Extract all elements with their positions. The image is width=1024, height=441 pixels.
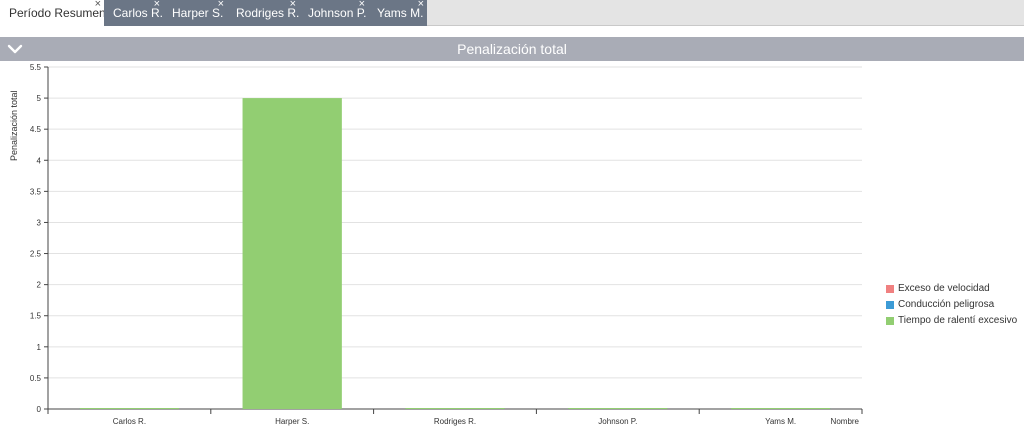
tab-harper-s[interactable]: Harper S. ×	[163, 0, 227, 26]
legend-label: Conducción peligrosa	[898, 299, 995, 310]
y-tick-label: 2	[37, 281, 42, 290]
tab-johnson-p[interactable]: Johnson P. ×	[299, 0, 368, 26]
legend-item-idle-time[interactable]: Tiempo de ralentí excesivo	[886, 313, 1017, 329]
legend-label: Exceso de velocidad	[898, 283, 990, 294]
y-tick-label: 4	[37, 156, 42, 165]
x-tick-label: Carlos R.	[113, 417, 146, 426]
tab-label: Harper S.	[172, 6, 224, 20]
tab-label: Yams M.	[377, 6, 424, 20]
tab-label: Período Resumen	[9, 6, 106, 20]
x-axis-label: Nombre	[831, 417, 860, 426]
panel-header: Penalización total	[0, 37, 1024, 61]
x-tick-label: Yams M.	[765, 417, 796, 426]
y-tick-label: 1.5	[30, 312, 42, 321]
bar-chart: 0 0.5 1 1.5 2 2.5 3 3.5 4 4.5 5 5.5 Carlos R. Harper …	[0, 61, 1024, 441]
bar	[730, 408, 831, 409]
y-tick-label: 4.5	[30, 125, 42, 134]
legend-swatch	[886, 301, 894, 309]
y-tick-label: 0.5	[30, 374, 42, 383]
close-icon[interactable]: ×	[95, 0, 101, 18]
y-tick-label: 5	[37, 94, 42, 103]
bar	[242, 98, 342, 409]
y-tick-label: 3.5	[30, 187, 42, 196]
y-tick-label: 0	[37, 405, 42, 414]
x-tick-label: Johnson P.	[598, 417, 637, 426]
close-icon[interactable]: ×	[418, 0, 424, 18]
tab-yams-m[interactable]: Yams M. ×	[368, 0, 427, 26]
panel-title: Penalización total	[457, 41, 567, 57]
legend-swatch	[886, 317, 894, 325]
chart-canvas: 0 0.5 1 1.5 2 2.5 3 3.5 4 4.5 5 5.5 Carlos R. Harper …	[30, 63, 863, 426]
close-icon[interactable]: ×	[359, 0, 365, 18]
y-tick-label: 2.5	[30, 250, 42, 259]
y-axis-label: Penalización total	[9, 90, 19, 161]
close-icon[interactable]: ×	[218, 0, 224, 18]
tab-rodriges-r[interactable]: Rodriges R. ×	[227, 0, 299, 26]
legend-swatch	[886, 285, 894, 293]
chart-legend: Exceso de velocidad Conducción peligrosa…	[886, 281, 1017, 329]
y-tick-label: 5.5	[30, 63, 42, 72]
close-icon[interactable]: ×	[290, 0, 296, 18]
legend-item-speeding[interactable]: Exceso de velocidad	[886, 281, 1017, 297]
x-tick-label: Harper S.	[275, 417, 309, 426]
x-tick-label: Rodriges R.	[434, 417, 476, 426]
tab-bar: Período Resumen × Carlos R. × Harper S. …	[0, 0, 1024, 26]
bar	[79, 408, 180, 409]
tab-periodo-resumen[interactable]: Período Resumen ×	[0, 0, 106, 26]
y-tick-label: 3	[37, 218, 42, 227]
close-icon[interactable]: ×	[154, 0, 160, 18]
legend-label: Tiempo de ralentí excesivo	[898, 315, 1018, 326]
tab-carlos-r[interactable]: Carlos R. ×	[104, 0, 163, 26]
bar	[568, 408, 668, 409]
y-tick-label: 1	[37, 343, 42, 352]
legend-item-dangerous-driving[interactable]: Conducción peligrosa	[886, 297, 1017, 313]
bar	[405, 408, 505, 409]
